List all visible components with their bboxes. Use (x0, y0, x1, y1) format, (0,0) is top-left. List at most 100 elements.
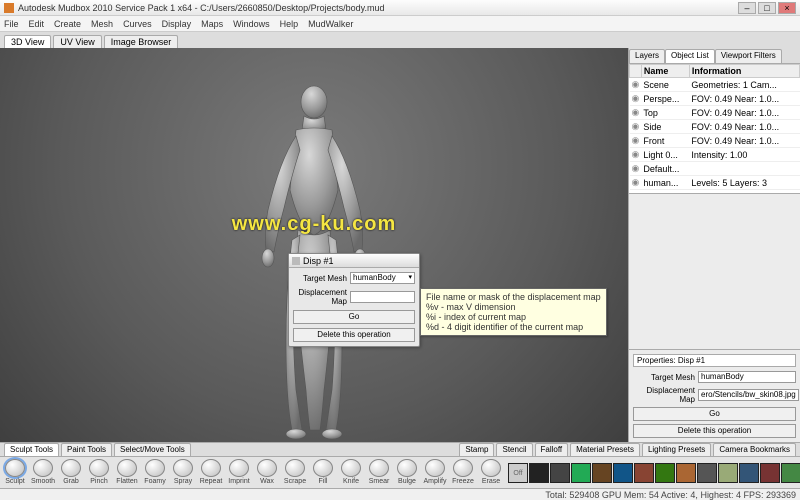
menu-mudwalker[interactable]: MudWalker (308, 19, 353, 29)
visibility-icon[interactable]: ◉ (630, 162, 642, 176)
menu-maps[interactable]: Maps (201, 19, 223, 29)
stamp-swatch[interactable] (697, 463, 717, 483)
object-row[interactable]: ◉SceneGeometries: 1 Cam... (630, 78, 800, 92)
tab-uv-view[interactable]: UV View (53, 35, 101, 48)
visibility-icon[interactable]: ◉ (630, 106, 642, 120)
col-info[interactable]: Information (689, 65, 799, 78)
tab-stamp[interactable]: Stamp (459, 443, 494, 456)
stamp-swatch[interactable] (739, 463, 759, 483)
tool-erase[interactable]: Erase (478, 459, 504, 486)
tab-falloff[interactable]: Falloff (535, 443, 569, 456)
props-delete-button[interactable]: Delete this operation (633, 424, 796, 438)
menu-windows[interactable]: Windows (233, 19, 270, 29)
visibility-icon[interactable]: ◉ (630, 120, 642, 134)
visibility-icon[interactable]: ◉ (630, 176, 642, 190)
visibility-icon[interactable]: ◉ (630, 78, 642, 92)
tab-stencil[interactable]: Stencil (496, 443, 532, 456)
tool-spray[interactable]: Spray (170, 459, 196, 486)
visibility-icon[interactable]: ◉ (630, 148, 642, 162)
object-row[interactable]: ◉Default... (630, 162, 800, 176)
object-name: Top (641, 106, 689, 120)
stamp-swatch[interactable] (592, 463, 612, 483)
tool-wax[interactable]: Wax (254, 459, 280, 486)
object-row[interactable]: ◉human...Levels: 5 Layers: 3 (630, 176, 800, 190)
tool-flatten[interactable]: Flatten (114, 459, 140, 486)
object-info: FOV: 0.49 Near: 1.0... (689, 106, 799, 120)
maximize-button[interactable]: □ (758, 2, 776, 14)
dialog-disp1[interactable]: Disp #1 Target Mesh humanBody Displaceme… (288, 253, 420, 347)
tab-select-move-tools[interactable]: Select/Move Tools (114, 443, 191, 456)
menu-help[interactable]: Help (280, 19, 299, 29)
tool-icon (173, 459, 193, 477)
tab-image-browser[interactable]: Image Browser (104, 35, 179, 48)
tool-imprint[interactable]: Imprint (226, 459, 252, 486)
object-row[interactable]: ◉TopFOV: 0.49 Near: 1.0... (630, 106, 800, 120)
props-input-disp-map[interactable]: ero/Stencils/bw_skin08.jpg (698, 389, 799, 401)
tool-label: Flatten (116, 478, 137, 485)
stamp-swatch[interactable] (571, 463, 591, 483)
tab-camera-bookmarks[interactable]: Camera Bookmarks (713, 443, 796, 456)
stamp-off[interactable]: Off (508, 463, 528, 483)
stamp-swatch[interactable] (760, 463, 780, 483)
object-name: Default... (641, 162, 689, 176)
stamp-swatch[interactable] (634, 463, 654, 483)
tab-material-presets[interactable]: Material Presets (570, 443, 640, 456)
props-dropdown-target-mesh[interactable]: humanBody (698, 371, 796, 383)
menu-mesh[interactable]: Mesh (91, 19, 113, 29)
props-label-target-mesh: Target Mesh (633, 373, 695, 382)
tool-sculpt[interactable]: Sculpt (2, 459, 28, 486)
tab-paint-tools[interactable]: Paint Tools (61, 443, 112, 456)
tab-object-list[interactable]: Object List (665, 49, 715, 63)
col-name[interactable]: Name (641, 65, 689, 78)
tool-grab[interactable]: Grab (58, 459, 84, 486)
tab-3d-view[interactable]: 3D View (4, 35, 51, 48)
props-go-button[interactable]: Go (633, 407, 796, 421)
tab-layers[interactable]: Layers (629, 49, 665, 63)
object-row[interactable]: ◉Perspe...FOV: 0.49 Near: 1.0... (630, 92, 800, 106)
tool-scrape[interactable]: Scrape (282, 459, 308, 486)
properties-panel: Properties: Disp #1 Target Mesh humanBod… (629, 349, 800, 442)
tool-label: Smear (369, 478, 390, 485)
tool-label: Smooth (31, 478, 55, 485)
close-button[interactable]: × (778, 2, 796, 14)
tool-foamy[interactable]: Foamy (142, 459, 168, 486)
tool-amplify[interactable]: Amplify (422, 459, 448, 486)
object-row[interactable]: ◉FrontFOV: 0.49 Near: 1.0... (630, 134, 800, 148)
menu-file[interactable]: File (4, 19, 19, 29)
tool-bulge[interactable]: Bulge (394, 459, 420, 486)
stamp-swatch[interactable] (718, 463, 738, 483)
stamp-swatch[interactable] (676, 463, 696, 483)
tool-fill[interactable]: Fill (310, 459, 336, 486)
object-row[interactable]: ◉SideFOV: 0.49 Near: 1.0... (630, 120, 800, 134)
stamp-swatch[interactable] (781, 463, 800, 483)
stamp-swatch[interactable] (613, 463, 633, 483)
stamp-swatch[interactable] (529, 463, 549, 483)
stamp-swatch[interactable] (550, 463, 570, 483)
tool-smooth[interactable]: Smooth (30, 459, 56, 486)
menu-display[interactable]: Display (162, 19, 192, 29)
tool-repeat[interactable]: Repeat (198, 459, 224, 486)
object-row[interactable]: ◉Light 0...Intensity: 1.00 (630, 148, 800, 162)
stamp-swatch[interactable] (655, 463, 675, 483)
menu-curves[interactable]: Curves (123, 19, 152, 29)
menu-edit[interactable]: Edit (29, 19, 45, 29)
delete-operation-button[interactable]: Delete this operation (293, 328, 415, 342)
tool-freeze[interactable]: Freeze (450, 459, 476, 486)
minimize-button[interactable]: – (738, 2, 756, 14)
object-list[interactable]: Name Information ◉SceneGeometries: 1 Cam… (629, 64, 800, 194)
input-disp-map[interactable] (350, 291, 415, 303)
tool-pinch[interactable]: Pinch (86, 459, 112, 486)
tab-sculpt-tools[interactable]: Sculpt Tools (4, 443, 59, 456)
col-visibility (630, 65, 642, 78)
tab-viewport-filters[interactable]: Viewport Filters (715, 49, 782, 63)
tab-lighting-presets[interactable]: Lighting Presets (642, 443, 711, 456)
dialog-titlebar[interactable]: Disp #1 (289, 254, 419, 268)
go-button[interactable]: Go (293, 310, 415, 324)
visibility-icon[interactable]: ◉ (630, 134, 642, 148)
tool-knife[interactable]: Knife (338, 459, 364, 486)
menu-create[interactable]: Create (54, 19, 81, 29)
visibility-icon[interactable]: ◉ (630, 92, 642, 106)
viewport-3d[interactable]: www.cg-ku.com Disp #1 Target Mesh humanB… (0, 48, 628, 442)
dropdown-target-mesh[interactable]: humanBody (350, 272, 415, 284)
tool-smear[interactable]: Smear (366, 459, 392, 486)
